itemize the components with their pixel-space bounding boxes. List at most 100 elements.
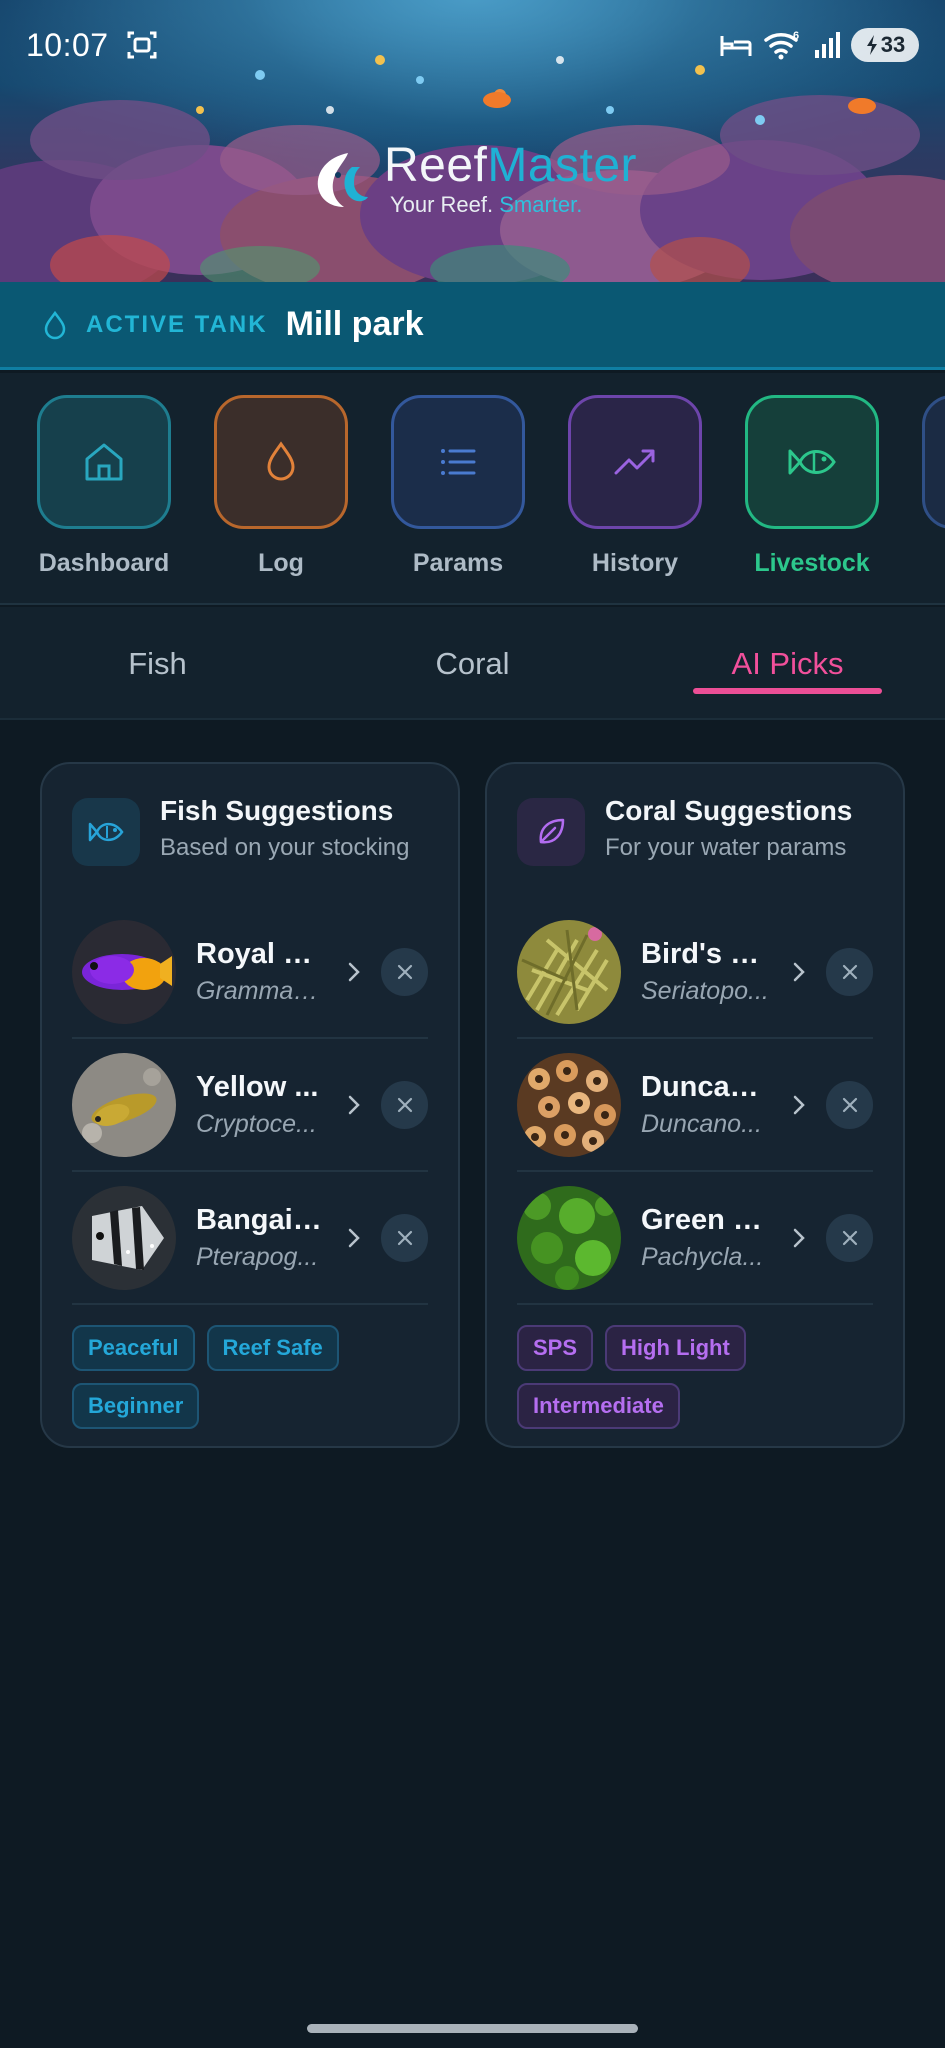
coral-card-icon-box bbox=[517, 798, 585, 866]
livestock-tabs: Fish Coral AI Picks bbox=[0, 607, 945, 720]
coral-card-subtitle: For your water params bbox=[605, 834, 847, 861]
nav-history-tile[interactable] bbox=[568, 395, 702, 529]
battery-indicator: 33 bbox=[851, 28, 919, 62]
dismiss-button[interactable] bbox=[826, 947, 873, 996]
nav-log[interactable]: Log bbox=[214, 395, 348, 578]
nav-livestock-tile[interactable] bbox=[745, 395, 879, 529]
list-item[interactable]: Duncan... Duncano... bbox=[517, 1039, 873, 1172]
active-tank-bar[interactable]: ACTIVE TANK Mill park bbox=[0, 282, 945, 370]
suggestion-name: Royal G... bbox=[196, 937, 325, 970]
angelfish-logo-icon bbox=[317, 153, 368, 207]
nav-livestock[interactable]: Livestock bbox=[745, 395, 879, 578]
list-item[interactable]: Bangaii... Pterapog... bbox=[72, 1172, 428, 1305]
list-item[interactable]: Green S... Pachycla... bbox=[517, 1172, 873, 1305]
dismiss-button[interactable] bbox=[826, 1213, 873, 1262]
close-icon bbox=[842, 1230, 857, 1245]
status-bar: 10:07 6 33 bbox=[0, 0, 945, 90]
nav-history[interactable]: History bbox=[568, 395, 702, 578]
nav-more-tile[interactable] bbox=[922, 395, 945, 529]
fish-card-title: Fish Suggestions bbox=[160, 795, 394, 826]
nav-log-tile[interactable] bbox=[214, 395, 348, 529]
nav-dashboard-label: Dashboard bbox=[38, 549, 170, 577]
fish-icon bbox=[788, 449, 836, 475]
dismiss-button[interactable] bbox=[381, 947, 428, 996]
home-gesture-bar[interactable] bbox=[307, 2024, 638, 2033]
fish-icon bbox=[88, 822, 124, 842]
tag-chip: SPS bbox=[517, 1325, 594, 1371]
birds-nest-coral-photo bbox=[517, 919, 621, 1024]
duncan-coral-photo bbox=[517, 1052, 621, 1157]
suggestion-scientific-name: Gramma l... bbox=[196, 976, 325, 1005]
suggestion-scientific-name: Duncano... bbox=[641, 1109, 762, 1138]
nav-log-label: Log bbox=[258, 549, 304, 577]
chevron-right-icon[interactable] bbox=[779, 1085, 818, 1125]
suggestion-name: Bangaii... bbox=[196, 1203, 325, 1236]
coral-suggestions-card: Coral Suggestions For your water params … bbox=[485, 762, 905, 1448]
close-icon bbox=[842, 1097, 857, 1112]
close-icon bbox=[842, 964, 857, 979]
suggestion-scientific-name: Pterapog... bbox=[196, 1242, 319, 1271]
tab-fish[interactable]: Fish bbox=[0, 607, 315, 720]
nav-more-partial[interactable] bbox=[922, 395, 945, 529]
suggestion-scientific-name: Cryptoce... bbox=[196, 1109, 317, 1138]
yellow-watchman-goby-photo bbox=[72, 1052, 176, 1157]
suggestion-name: Yellow ... bbox=[196, 1070, 319, 1103]
brand-tagline: Your Reef. Smarter. bbox=[389, 192, 583, 217]
fish-suggestion-list: Royal G... Gramma l... Yellow ... Crypto… bbox=[72, 906, 428, 1305]
brand-logo: ReefMaster Your Reef. Smarter. bbox=[0, 140, 945, 218]
tag-chip: Beginner bbox=[72, 1383, 200, 1429]
fish-card-subtitle: Based on your stocking bbox=[160, 834, 410, 861]
list-item[interactable]: Royal G... Gramma l... bbox=[72, 906, 428, 1039]
nav-params[interactable]: Params bbox=[391, 395, 525, 578]
fish-suggestions-card: Fish Suggestions Based on your stocking … bbox=[40, 762, 460, 1448]
chevron-right-icon[interactable] bbox=[779, 952, 818, 992]
list-item[interactable]: Bird's N... Seriatopo... bbox=[517, 906, 873, 1039]
status-icons: 6 33 bbox=[719, 28, 919, 62]
suggestion-name: Green S... bbox=[641, 1203, 770, 1236]
active-tank-label: ACTIVE TANK bbox=[86, 310, 268, 338]
coral-tag-list: SPS High Light Intermediate bbox=[517, 1325, 873, 1429]
dismiss-button[interactable] bbox=[381, 1080, 428, 1129]
chevron-right-icon[interactable] bbox=[334, 1218, 373, 1258]
tab-coral[interactable]: Coral bbox=[315, 607, 630, 720]
tag-chip: High Light bbox=[605, 1325, 746, 1371]
signal-label: 6 bbox=[793, 30, 799, 42]
clock: 10:07 bbox=[26, 26, 109, 63]
tag-chip: Intermediate bbox=[517, 1383, 680, 1429]
screenshot-icon bbox=[127, 31, 157, 59]
list-item[interactable]: Yellow ... Cryptoce... bbox=[72, 1039, 428, 1172]
nav-params-label: Params bbox=[412, 549, 504, 577]
tab-ai-picks[interactable]: AI Picks bbox=[630, 607, 945, 720]
battery-level: 33 bbox=[880, 32, 906, 57]
coral-card-title: Coral Suggestions bbox=[605, 795, 853, 826]
coral-suggestion-list: Bird's N... Seriatopo... Duncan... Dunca… bbox=[517, 906, 873, 1305]
fish-card-header: Fish Suggestions Based on your stocking bbox=[72, 795, 428, 898]
tag-chip: Reef Safe bbox=[206, 1325, 339, 1371]
nav-params-tile[interactable] bbox=[391, 395, 525, 529]
nav-dashboard-tile[interactable] bbox=[37, 395, 171, 529]
dismiss-button[interactable] bbox=[381, 1213, 428, 1262]
section-nav: Dashboard Log Params History Livestock bbox=[0, 373, 945, 605]
active-tank-name: Mill park bbox=[285, 305, 424, 343]
dismiss-button[interactable] bbox=[826, 1080, 873, 1129]
chevron-right-icon[interactable] bbox=[779, 1218, 818, 1258]
hero-banner: 10:07 6 33 ReefMaster Your Reef. Smarter… bbox=[0, 0, 945, 282]
brand-name: ReefMaster bbox=[383, 139, 638, 192]
charging-icon bbox=[866, 35, 877, 55]
wifi-icon: 6 bbox=[764, 30, 799, 60]
chevron-right-icon[interactable] bbox=[334, 952, 373, 992]
cell-signal-icon bbox=[815, 32, 840, 58]
banggai-cardinalfish-photo bbox=[72, 1185, 176, 1290]
suggestion-scientific-name: Pachycla... bbox=[641, 1242, 764, 1271]
close-icon bbox=[397, 1230, 412, 1245]
suggestion-name: Bird's N... bbox=[641, 937, 770, 970]
fish-tag-list: Peaceful Reef Safe Beginner bbox=[72, 1325, 428, 1429]
chevron-right-icon[interactable] bbox=[334, 1085, 373, 1125]
water-drop-icon bbox=[44, 310, 66, 339]
nav-dashboard[interactable]: Dashboard bbox=[37, 395, 171, 578]
green-slimer-coral-photo bbox=[517, 1185, 621, 1290]
coral-card-header: Coral Suggestions For your water params bbox=[517, 795, 873, 898]
nav-livestock-label: Livestock bbox=[754, 549, 870, 577]
trend-up-icon bbox=[614, 449, 655, 475]
royal-gramma-photo bbox=[72, 919, 176, 1024]
